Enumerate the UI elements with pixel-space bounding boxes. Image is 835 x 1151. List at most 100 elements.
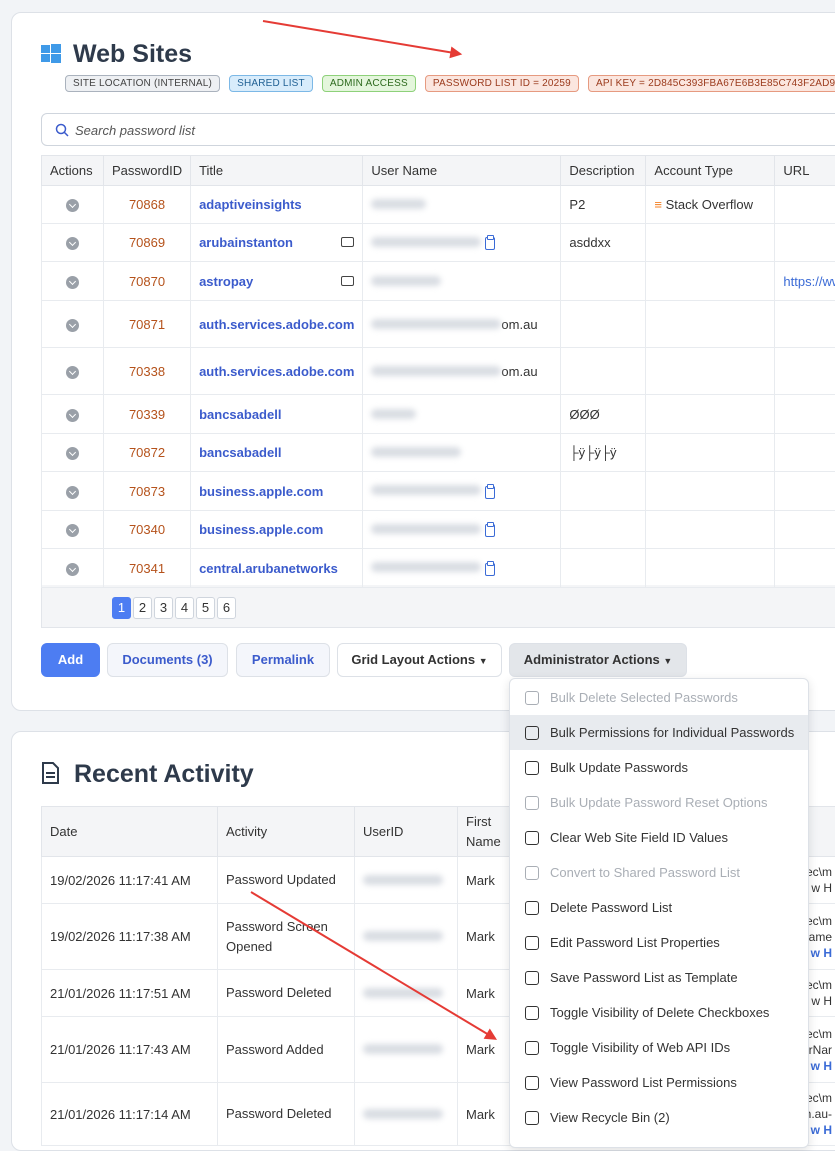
url-cell xyxy=(775,434,835,472)
row-actions-chevron-icon[interactable] xyxy=(66,486,79,499)
title-cell: central.arubanetworks xyxy=(191,549,363,588)
actions-cell[interactable] xyxy=(42,301,104,348)
search-input[interactable]: Search password list xyxy=(41,113,835,146)
page-5[interactable]: 5 xyxy=(196,597,215,619)
comment-icon[interactable] xyxy=(341,276,354,286)
actions-cell[interactable] xyxy=(42,434,104,472)
grid-layout-actions-button[interactable]: Grid Layout Actions ▼ xyxy=(337,643,502,677)
copy-clipboard-icon[interactable] xyxy=(485,486,495,499)
menu-item-view-recycle-bin-2[interactable]: View Recycle Bin (2) xyxy=(510,1100,808,1135)
add-button[interactable]: Add xyxy=(41,643,100,677)
actions-cell[interactable] xyxy=(42,224,104,262)
row-actions-chevron-icon[interactable] xyxy=(66,319,79,332)
actions-cell[interactable] xyxy=(42,472,104,511)
permalink-button[interactable]: Permalink xyxy=(236,643,330,677)
username-suffix: om.au xyxy=(501,317,537,332)
password-title-link[interactable]: business.apple.com xyxy=(199,484,323,499)
caret-down-icon: ▼ xyxy=(663,656,672,666)
username-blurred xyxy=(371,524,481,534)
copy-clipboard-icon[interactable] xyxy=(485,237,495,250)
row-actions-chevron-icon[interactable] xyxy=(66,447,79,460)
col-url[interactable]: URL xyxy=(775,156,835,186)
account-type-cell xyxy=(646,434,775,472)
page-4[interactable]: 4 xyxy=(175,597,194,619)
menu-item-delete-password-list[interactable]: Delete Password List xyxy=(510,890,808,925)
password-title-link[interactable]: business.apple.com xyxy=(199,522,323,537)
url-link[interactable]: https://ww xyxy=(783,274,835,289)
col-description[interactable]: Description xyxy=(561,156,646,186)
description-cell xyxy=(561,301,646,348)
password-title-link[interactable]: bancsabadell xyxy=(199,407,281,422)
table-row[interactable]: 70339bancsabadellØØØ xyxy=(42,395,835,434)
password-list-id-badge: PASSWORD LIST ID = 20259 xyxy=(425,75,579,92)
table-row[interactable]: 70340business.apple.com xyxy=(42,511,835,549)
userid-blurred xyxy=(363,1044,443,1054)
copy-clipboard-icon[interactable] xyxy=(485,524,495,537)
actions-cell[interactable] xyxy=(42,549,104,588)
row-actions-chevron-icon[interactable] xyxy=(66,276,79,289)
username-blurred xyxy=(371,562,481,572)
actions-cell[interactable] xyxy=(42,262,104,301)
row-actions-chevron-icon[interactable] xyxy=(66,409,79,422)
menu-item-toggle-visibility-of-delete-checkboxes[interactable]: Toggle Visibility of Delete Checkboxes xyxy=(510,995,808,1030)
menu-item-edit-password-list-properties[interactable]: Edit Password List Properties xyxy=(510,925,808,960)
menu-item-view-password-list-permissions[interactable]: View Password List Permissions xyxy=(510,1065,808,1100)
account-type-cell xyxy=(646,395,775,434)
trash-icon xyxy=(525,1111,539,1125)
table-row[interactable]: 70871auth.services.adobe.comom.au xyxy=(42,301,835,348)
page-6[interactable]: 6 xyxy=(217,597,236,619)
administrator-actions-button[interactable]: Administrator Actions ▼ xyxy=(509,643,687,677)
password-title-link[interactable]: auth.services.adobe.com xyxy=(199,317,354,332)
row-actions-chevron-icon[interactable] xyxy=(66,237,79,250)
file-icon xyxy=(525,971,539,985)
menu-item-save-password-list-as-template[interactable]: Save Password List as Template xyxy=(510,960,808,995)
row-actions-chevron-icon[interactable] xyxy=(66,366,79,379)
table-row[interactable]: 70868adaptiveinsightsP2≡ Stack Overflow xyxy=(42,186,835,224)
menu-item-toggle-visibility-of-web-api-ids[interactable]: Toggle Visibility of Web API IDs xyxy=(510,1030,808,1065)
password-title-link[interactable]: adaptiveinsights xyxy=(199,197,302,212)
admin-actions-label: Administrator Actions xyxy=(524,652,660,667)
page-1[interactable]: 1 xyxy=(112,597,131,619)
password-title-link[interactable]: astropay xyxy=(199,274,253,289)
documents-button[interactable]: Documents (3) xyxy=(107,643,228,677)
password-table: Actions PasswordID Title User Name Descr… xyxy=(41,155,835,588)
col-date[interactable]: Date xyxy=(42,807,218,857)
account-type-cell xyxy=(646,301,775,348)
copy-clipboard-icon[interactable] xyxy=(485,563,495,576)
menu-item-bulk-permissions-for-individual-passwords[interactable]: Bulk Permissions for Individual Password… xyxy=(510,715,808,750)
title-cell: adaptiveinsights xyxy=(191,186,363,224)
col-userid[interactable]: UserID xyxy=(355,807,458,857)
col-activity[interactable]: Activity xyxy=(218,807,355,857)
username-cell xyxy=(363,472,561,511)
page-3[interactable]: 3 xyxy=(154,597,173,619)
menu-item-bulk-update-passwords[interactable]: Bulk Update Passwords xyxy=(510,750,808,785)
table-row[interactable]: 70338auth.services.adobe.comom.au xyxy=(42,348,835,395)
comment-icon[interactable] xyxy=(341,237,354,247)
actions-cell[interactable] xyxy=(42,186,104,224)
table-row[interactable]: 70869arubainstanton asddxx xyxy=(42,224,835,262)
actions-cell[interactable] xyxy=(42,395,104,434)
userid-blurred xyxy=(363,988,443,998)
password-title-link[interactable]: central.arubanetworks xyxy=(199,561,338,576)
col-username[interactable]: User Name xyxy=(363,156,561,186)
table-row[interactable]: 70872bancsabadell├ÿ├ÿ├ÿ xyxy=(42,434,835,472)
password-title-link[interactable]: auth.services.adobe.com xyxy=(199,364,354,379)
col-title[interactable]: Title xyxy=(191,156,363,186)
page-2[interactable]: 2 xyxy=(133,597,152,619)
menu-item-clear-web-site-field-id-values[interactable]: Clear Web Site Field ID Values xyxy=(510,820,808,855)
password-title-link[interactable]: bancsabadell xyxy=(199,445,281,460)
row-actions-chevron-icon[interactable] xyxy=(66,199,79,212)
table-row[interactable]: 70870astropayhttps://ww xyxy=(42,262,835,301)
row-actions-chevron-icon[interactable] xyxy=(66,524,79,537)
administrator-actions-menu: Bulk Delete Selected PasswordsBulk Permi… xyxy=(509,678,809,1148)
col-account-type[interactable]: Account Type xyxy=(646,156,775,186)
menu-item-label: View Recycle Bin (2) xyxy=(550,1110,670,1125)
row-actions-chevron-icon[interactable] xyxy=(66,563,79,576)
table-row[interactable]: 70341central.arubanetworks xyxy=(42,549,835,588)
refresh-icon xyxy=(525,796,539,810)
actions-cell[interactable] xyxy=(42,511,104,549)
actions-cell[interactable] xyxy=(42,348,104,395)
col-passwordid[interactable]: PasswordID xyxy=(104,156,191,186)
table-row[interactable]: 70873business.apple.com xyxy=(42,472,835,511)
password-title-link[interactable]: arubainstanton xyxy=(199,235,293,250)
